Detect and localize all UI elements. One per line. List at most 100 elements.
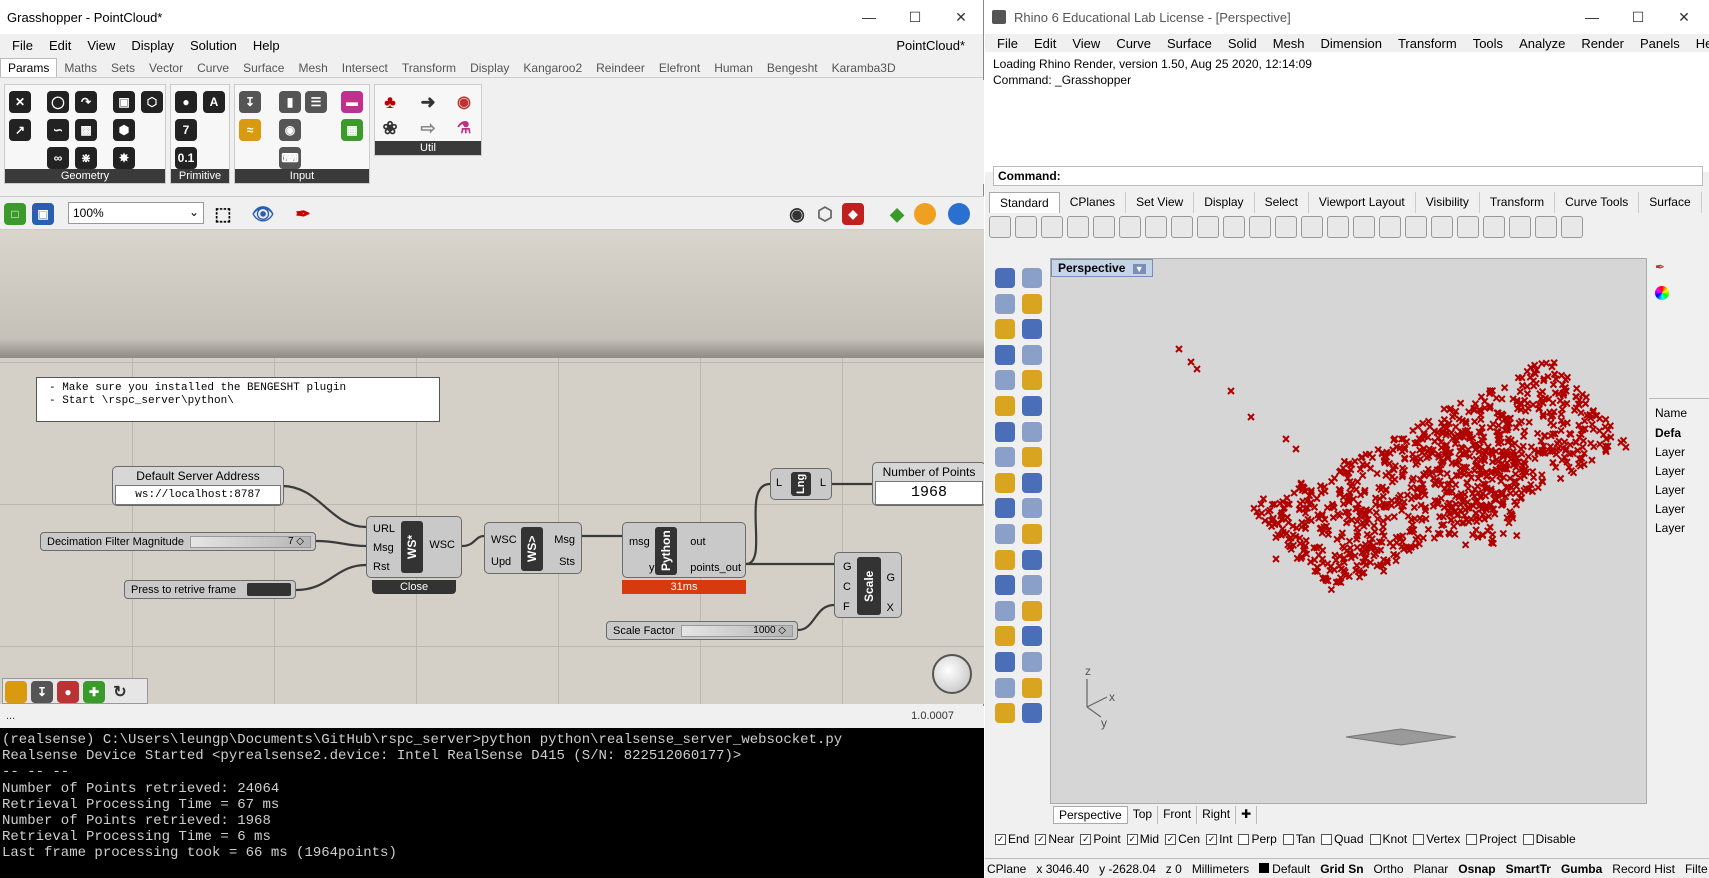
toggle-icon[interactable]: ▮ (279, 91, 301, 113)
tree-icon[interactable]: ❀ (379, 117, 401, 139)
left-tool-icon[interactable] (995, 421, 1015, 442)
list-length-node[interactable]: L Lng L (770, 468, 832, 500)
rhino-close-icon[interactable]: ✕ (1661, 0, 1707, 34)
osnap-quad[interactable]: Quad (1321, 832, 1364, 846)
tab-sets[interactable]: Sets (104, 59, 142, 77)
left-tool-icon[interactable] (1022, 549, 1042, 570)
tab-intersect[interactable]: Intersect (335, 59, 395, 77)
tab-maths[interactable]: Maths (57, 59, 104, 77)
undo-icon[interactable] (1197, 216, 1219, 238)
status-gumball[interactable]: Gumba (1561, 862, 1602, 876)
number-param-icon[interactable]: 0.1 (175, 147, 197, 169)
command-input[interactable]: Command: (993, 166, 1703, 186)
material-icon[interactable] (914, 203, 936, 225)
curve-param-icon[interactable]: ∽ (47, 119, 69, 141)
osnap-checkbox[interactable]: ✓ (1080, 833, 1092, 845)
status-layer[interactable]: Default (1259, 862, 1310, 876)
left-tool-icon[interactable] (995, 626, 1015, 647)
status-smarttrack[interactable]: SmartTr (1506, 862, 1551, 876)
left-tool-icon[interactable] (995, 268, 1015, 288)
osnap-checkbox[interactable] (1369, 833, 1381, 845)
circle-param-icon[interactable]: ◯ (47, 91, 69, 113)
left-tool-icon[interactable] (995, 447, 1015, 468)
gh-menu-file[interactable]: File (4, 38, 41, 53)
rh-menu-file[interactable]: File (989, 36, 1026, 51)
left-tool-icon[interactable] (1022, 319, 1042, 340)
left-tool-icon[interactable] (995, 293, 1015, 314)
arrow-outline-icon[interactable]: ⇨ (417, 117, 439, 139)
scale-factor-track[interactable]: 1000 ◇ (680, 624, 793, 637)
status-grid-snap[interactable]: Grid Sn (1320, 862, 1363, 876)
preview-settings-icon[interactable] (948, 203, 970, 225)
left-tool-icon[interactable] (1022, 396, 1042, 416)
rh-menu-surface[interactable]: Surface (1159, 36, 1220, 51)
perspective-viewport[interactable]: Perspective ▼ z x y (1050, 258, 1647, 804)
scale-node[interactable]: G C F Scale G X (834, 552, 902, 618)
decimation-track[interactable]: 7 ◇ (189, 535, 311, 548)
atom-param-icon[interactable]: ✸ (113, 147, 135, 169)
left-tool-icon[interactable] (1022, 472, 1042, 493)
lock-icon[interactable] (1561, 216, 1583, 238)
osnap-checkbox[interactable]: ✓ (1165, 833, 1177, 845)
rh-menu-help[interactable]: Help (1688, 36, 1709, 51)
bulb-2-icon[interactable] (1535, 216, 1557, 238)
car-icon[interactable] (1405, 216, 1427, 238)
tab-vector[interactable]: Vector (142, 59, 190, 77)
retrieve-frame-button[interactable]: Press to retrive frame (124, 580, 296, 599)
rh-menu-render[interactable]: Render (1573, 36, 1632, 51)
rh-menu-tools[interactable]: Tools (1465, 36, 1511, 51)
four-view-icon[interactable] (1379, 216, 1401, 238)
button-icon[interactable]: ◉ (279, 119, 301, 141)
properties-icon[interactable]: ✒ (1655, 260, 1665, 274)
arrow-right-icon[interactable]: ➜ (417, 91, 439, 113)
add-viewport-icon[interactable]: ✚ (1236, 806, 1258, 824)
gradient-icon[interactable]: ▬ (341, 91, 363, 113)
left-tool-icon[interactable] (1022, 575, 1042, 596)
osnap-end[interactable]: ✓ End (995, 832, 1029, 846)
rh-menu-curve[interactable]: Curve (1108, 36, 1159, 51)
rh-menu-panels[interactable]: Panels (1632, 36, 1688, 51)
osnap-int[interactable]: ✓ Int (1206, 832, 1232, 846)
button-face[interactable] (247, 583, 291, 596)
gh-menu-help[interactable]: Help (245, 38, 288, 53)
osnap-checkbox[interactable] (1413, 833, 1425, 845)
widget-graph-icon[interactable] (5, 681, 27, 703)
copy-icon[interactable] (1145, 216, 1167, 238)
osnap-point[interactable]: ✓ Point (1080, 832, 1121, 846)
osnap-knot[interactable]: Knot (1369, 832, 1407, 846)
left-tool-icon[interactable] (1022, 677, 1042, 698)
save-icon[interactable] (1041, 216, 1063, 238)
bulb-icon[interactable] (1509, 216, 1531, 238)
tab-elefront[interactable]: Elefront (652, 59, 707, 77)
print-icon[interactable] (1067, 216, 1089, 238)
tab-reindeer[interactable]: Reindeer (589, 59, 652, 77)
cut-icon[interactable] (1119, 216, 1141, 238)
text-param-icon[interactable]: A (203, 91, 225, 113)
left-tool-icon[interactable] (1022, 268, 1042, 288)
open-icon[interactable] (1015, 216, 1037, 238)
left-tool-icon[interactable] (995, 498, 1015, 519)
server-address-panel[interactable]: Default Server Address ws://localhost:87… (112, 466, 284, 506)
cherry-icon[interactable]: ♣ (379, 91, 401, 113)
zoom-select[interactable]: 100% ⌄ (68, 202, 204, 224)
status-planar[interactable]: Planar (1414, 862, 1449, 876)
gh-canvas[interactable]: - Make sure you installed the BENGESHT p… (0, 230, 984, 704)
osnap-checkbox[interactable]: ✓ (1206, 833, 1218, 845)
rh-tab-select[interactable]: Select (1255, 192, 1309, 213)
rh-tab-surface[interactable]: Surface (1639, 192, 1702, 213)
brep-param-icon[interactable]: ⬡ (141, 91, 163, 113)
layer-default[interactable]: Defa (1655, 426, 1681, 440)
rh-tab-transform[interactable]: Transform (1480, 192, 1556, 213)
left-tool-icon[interactable] (1022, 498, 1042, 519)
mesh-param-icon[interactable]: ⬢ (113, 119, 135, 141)
box-param-icon[interactable]: ▣ (113, 91, 135, 113)
tab-display[interactable]: Display (463, 59, 516, 77)
integer-param-icon[interactable]: 7 (175, 119, 197, 141)
zoom-selected-icon[interactable] (1353, 216, 1375, 238)
left-tool-icon[interactable] (995, 677, 1015, 698)
widget-curve-icon[interactable]: ↻ (109, 681, 131, 703)
vtab-right[interactable]: Right (1197, 806, 1237, 824)
osnap-disable[interactable]: Disable (1522, 832, 1576, 846)
layer-04[interactable]: Layer (1655, 502, 1685, 516)
rh-menu-solid[interactable]: Solid (1220, 36, 1265, 51)
